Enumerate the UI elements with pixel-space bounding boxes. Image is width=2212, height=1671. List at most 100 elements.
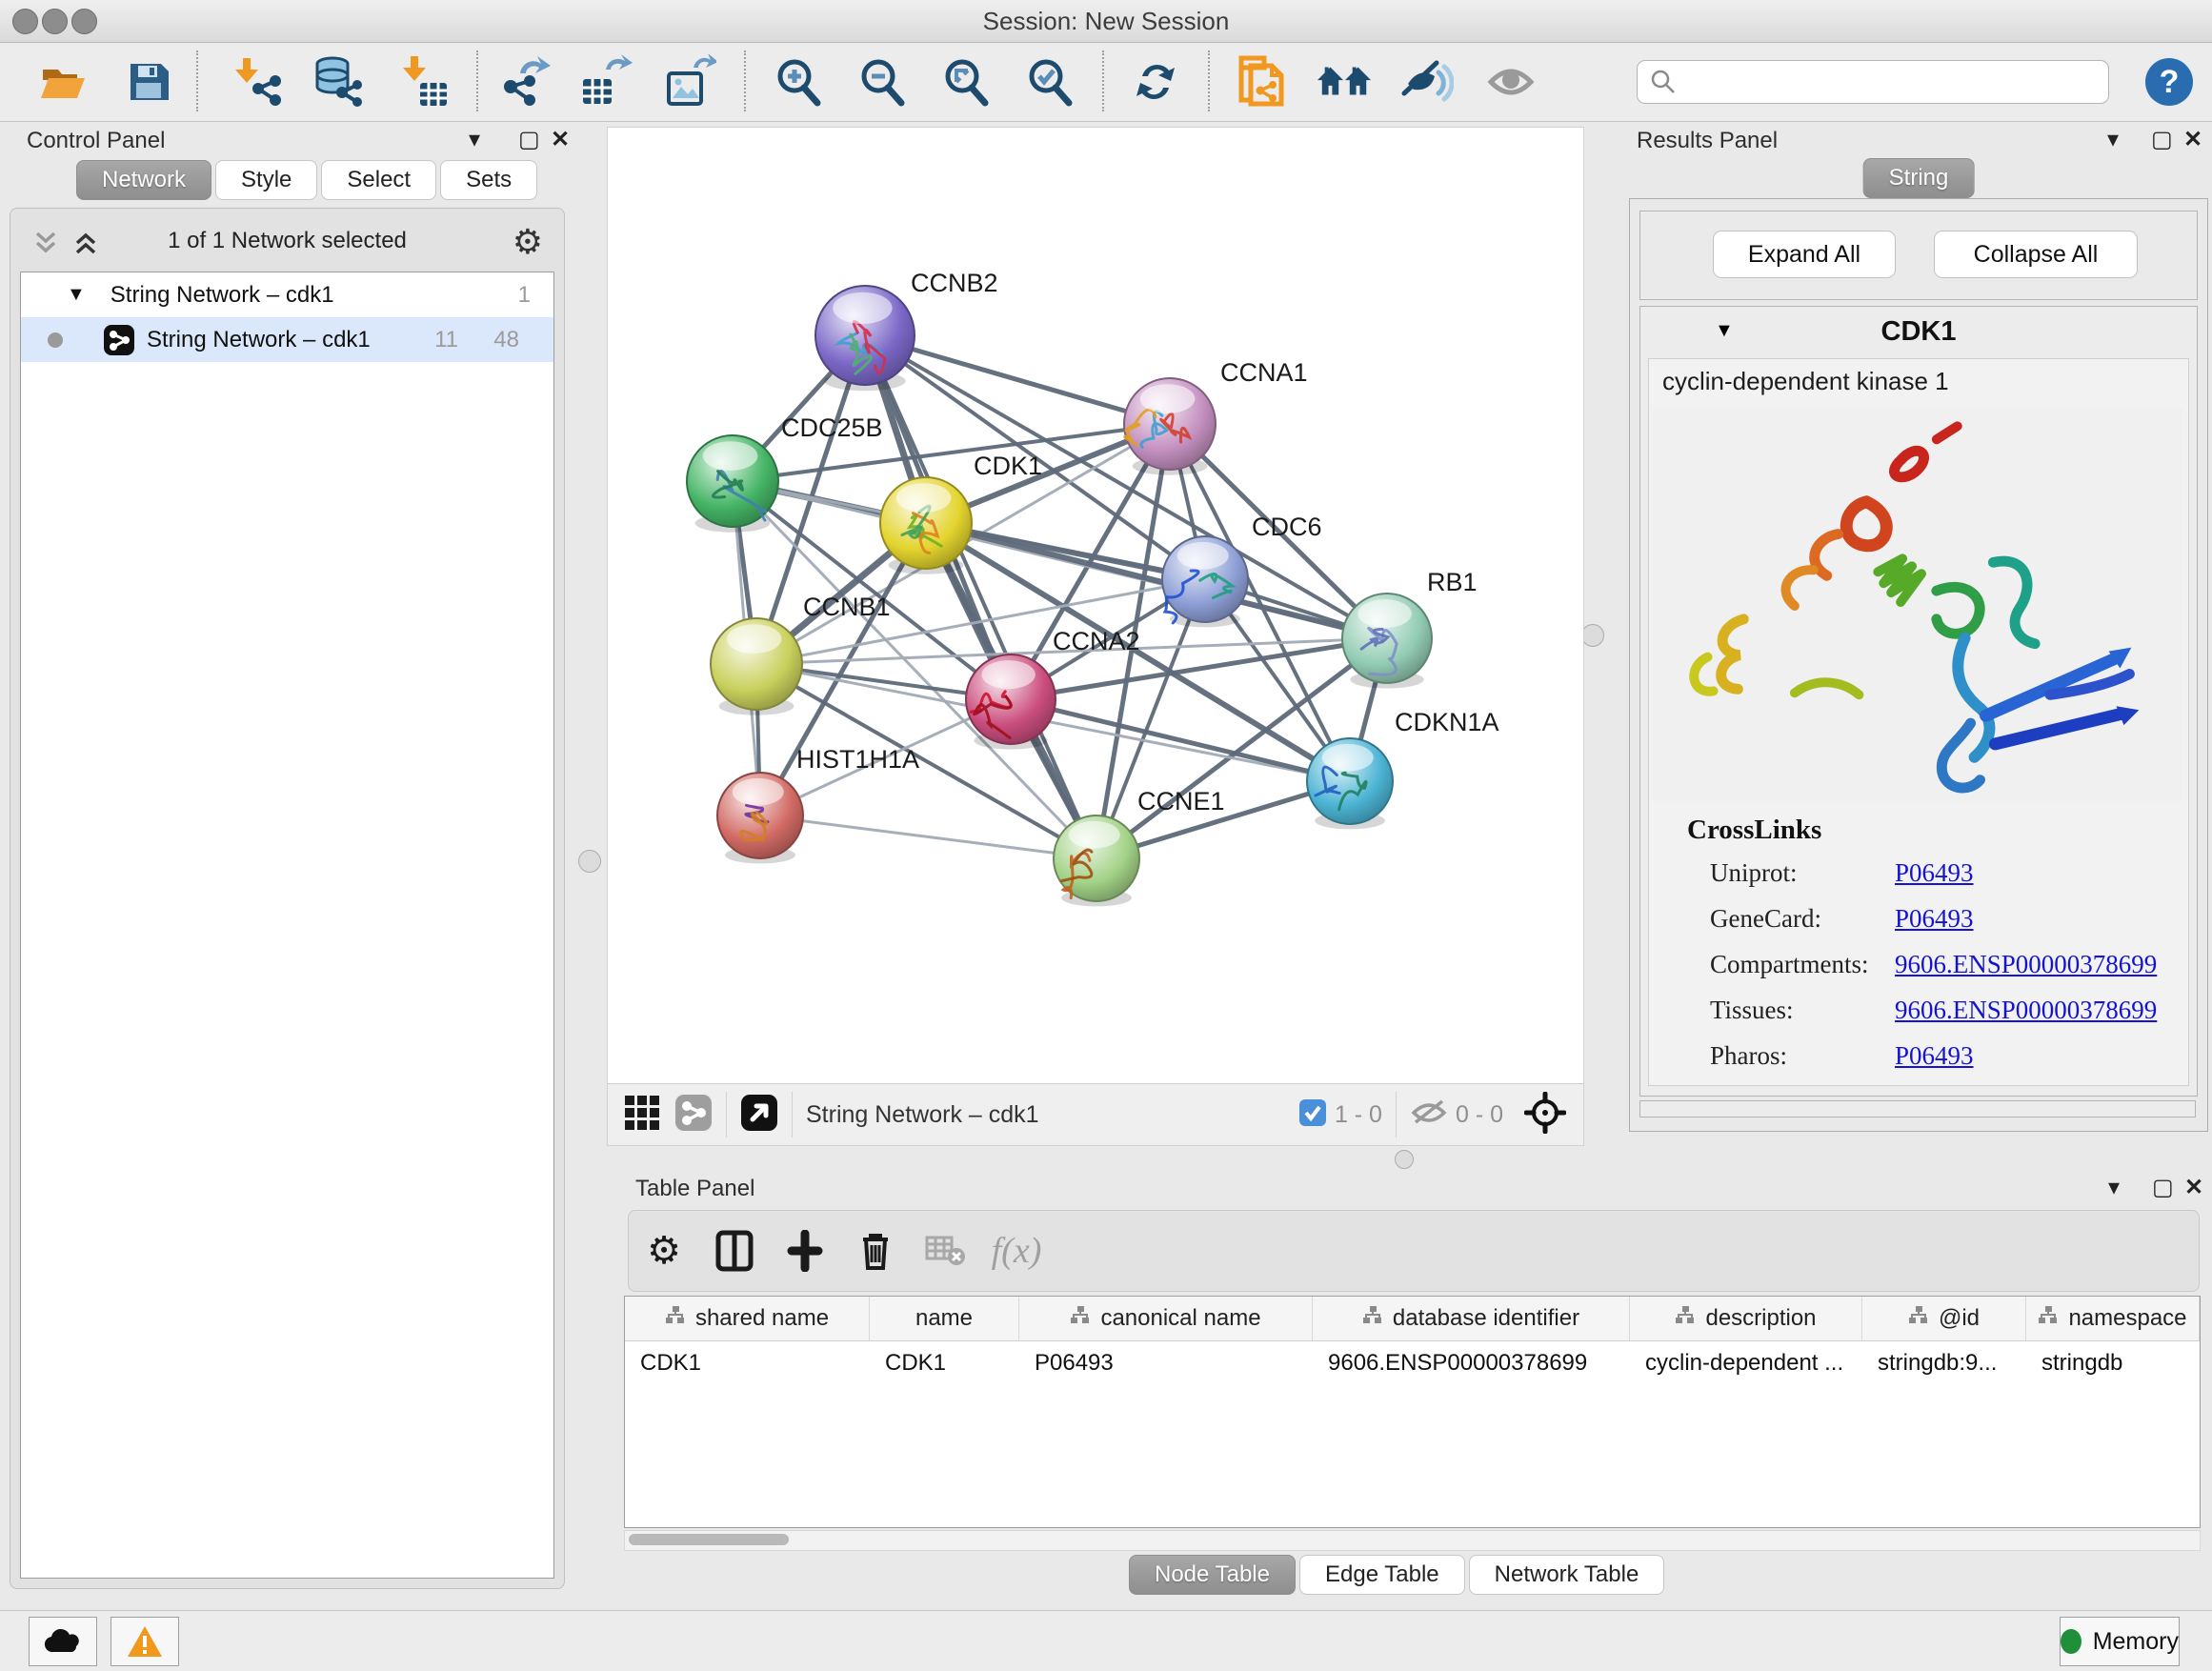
scrollbar-thumb[interactable]	[629, 1534, 789, 1545]
search-input[interactable]	[1678, 68, 2081, 96]
search-icon	[1649, 68, 1678, 96]
fit-selected-crosshair-icon[interactable]	[1524, 1092, 1566, 1138]
string-home-icon[interactable]	[1316, 53, 1373, 111]
node-HIST1H1A[interactable]: HIST1H1A	[717, 745, 919, 863]
table-cell[interactable]: stringdb:9...	[1862, 1341, 2026, 1385]
tab-network-table[interactable]: Network Table	[1469, 1555, 1665, 1595]
node-label-CDC25B: CDC25B	[781, 413, 883, 442]
panel-menu-icon[interactable]: ▾	[2107, 126, 2119, 153]
column-header-database-identifier[interactable]: database identifier	[1313, 1297, 1630, 1340]
table-options-gear-icon[interactable]: ⚙	[629, 1222, 699, 1279]
panel-float-icon[interactable]: ▢	[2152, 1174, 2174, 1201]
zoom-in-icon[interactable]	[770, 53, 827, 111]
import-network-database-icon[interactable]	[309, 53, 366, 111]
import-table-file-icon[interactable]	[396, 53, 453, 111]
panel-float-icon[interactable]: ▢	[2151, 126, 2173, 153]
table-row[interactable]: CDK1CDK1P064939606.ENSP00000378699cyclin…	[625, 1341, 2200, 1385]
node-CCNB1[interactable]: CCNB1	[711, 593, 891, 715]
string-eye-icon[interactable]	[1482, 53, 1539, 111]
create-column-icon[interactable]	[770, 1222, 840, 1279]
string-import-icon[interactable]	[1231, 53, 1288, 111]
table-cell[interactable]: 9606.ENSP00000378699	[1313, 1341, 1630, 1385]
zoom-out-icon[interactable]	[854, 53, 911, 111]
node-label-RB1: RB1	[1427, 568, 1478, 596]
tab-node-table[interactable]: Node Table	[1129, 1555, 1296, 1595]
panel-menu-icon[interactable]: ▾	[2108, 1174, 2120, 1201]
crosslink-link[interactable]: P06493	[1895, 1041, 1974, 1071]
crosslink-link[interactable]: P06493	[1895, 904, 1974, 934]
collapse-all-button[interactable]: Collapse All	[1934, 231, 2138, 278]
export-image-icon[interactable]	[660, 53, 717, 111]
panel-close-icon[interactable]: ✕	[551, 126, 570, 153]
apply-layout-icon[interactable]	[1127, 53, 1184, 111]
column-header-name[interactable]: name	[870, 1297, 1019, 1340]
network-collection-row[interactable]: ▼ String Network – cdk1 1	[21, 272, 553, 317]
table-cell[interactable]: CDK1	[870, 1341, 1019, 1385]
table-cell[interactable]: P06493	[1019, 1341, 1313, 1385]
panel-float-icon[interactable]: ▢	[518, 126, 540, 153]
column-header-description[interactable]: description	[1630, 1297, 1862, 1340]
show-columns-icon[interactable]	[699, 1222, 770, 1279]
network-row-label: String Network – cdk1	[147, 327, 371, 353]
grid-view-icon[interactable]	[623, 1094, 661, 1137]
tab-string[interactable]: String	[1863, 158, 1975, 198]
table-cell[interactable]: CDK1	[625, 1341, 870, 1385]
results-panel-title: Results Panel	[1637, 128, 1778, 154]
panel-menu-icon[interactable]: ▾	[469, 126, 480, 153]
tab-style[interactable]: Style	[215, 160, 317, 200]
footer-separator	[1396, 1092, 1397, 1137]
network-row[interactable]: String Network – cdk1 11 48	[21, 317, 553, 362]
toolbar-separator	[1208, 50, 1210, 111]
bottom-splitter-grip[interactable]	[1395, 1150, 1414, 1169]
left-splitter-grip[interactable]	[578, 850, 601, 873]
node-table-body: CDK1CDK1P064939606.ENSP00000378699cyclin…	[625, 1341, 2200, 1385]
delete-column-icon[interactable]	[840, 1222, 911, 1279]
node-RB1[interactable]: RB1	[1342, 568, 1478, 689]
node-CCNA1[interactable]: CCNA1	[1124, 358, 1308, 475]
right-splitter-grip[interactable]	[1581, 624, 1604, 647]
cloud-button[interactable]	[29, 1617, 97, 1666]
hidden-count-eye-icon[interactable]	[1410, 1097, 1448, 1133]
collection-expander-icon[interactable]: ▼	[67, 284, 86, 306]
tab-network[interactable]: Network	[76, 160, 211, 200]
tab-edge-table[interactable]: Edge Table	[1299, 1555, 1465, 1595]
crosslink-label: GeneCard:	[1710, 904, 1821, 934]
delete-table-icon[interactable]	[911, 1222, 981, 1279]
import-network-file-icon[interactable]	[229, 53, 286, 111]
save-session-icon[interactable]	[120, 53, 177, 111]
birdseye-toggle-icon[interactable]	[740, 1094, 778, 1137]
selected-count-checkbox-icon[interactable]	[1298, 1098, 1327, 1132]
export-table-icon[interactable]	[576, 53, 633, 111]
tab-select[interactable]: Select	[321, 160, 436, 200]
network-canvas[interactable]: CCNB2CCNA1CDC25BCDK1CDC6RB1CCNB1CCNA2CDK…	[608, 128, 1583, 1084]
column-header-@id[interactable]: @id	[1862, 1297, 2026, 1340]
column-header-namespace[interactable]: namespace	[2026, 1297, 2200, 1340]
expand-all-button[interactable]: Expand All	[1713, 231, 1896, 278]
table-cell[interactable]: cyclin-dependent ...	[1630, 1341, 1862, 1385]
zoom-fit-icon[interactable]	[937, 53, 995, 111]
crosslink-link[interactable]: 9606.ENSP00000378699	[1895, 950, 2157, 979]
column-header-canonical-name[interactable]: canonical name	[1019, 1297, 1313, 1340]
help-button[interactable]: ?	[2145, 58, 2193, 106]
crosslink-link[interactable]: P06493	[1895, 858, 1974, 888]
table-cell[interactable]: stringdb	[2026, 1341, 2200, 1385]
panel-close-icon[interactable]: ✕	[2183, 126, 2202, 153]
network-share-icon[interactable]	[674, 1094, 713, 1137]
tab-sets[interactable]: Sets	[440, 160, 537, 200]
panel-close-icon[interactable]: ✕	[2184, 1174, 2203, 1201]
string-hide-glass-icon[interactable]	[1398, 53, 1455, 111]
network-options-gear-icon[interactable]: ⚙	[513, 222, 543, 262]
node-CCNA2[interactable]: CCNA2	[966, 627, 1140, 750]
zoom-selected-icon[interactable]	[1021, 53, 1078, 111]
node-details-header[interactable]: ▼ CDK1	[1640, 307, 2197, 356]
node-CCNB2[interactable]: CCNB2	[815, 269, 998, 391]
function-builder-icon[interactable]: f(x)	[981, 1222, 1052, 1279]
export-network-icon[interactable]	[496, 53, 553, 111]
node-CDKN1A[interactable]: CDKN1A	[1307, 708, 1499, 829]
warning-button[interactable]	[111, 1617, 179, 1666]
crosslink-link[interactable]: 9606.ENSP00000378699	[1895, 996, 2157, 1025]
memory-button[interactable]: Memory	[2060, 1617, 2180, 1666]
open-session-icon[interactable]	[34, 53, 91, 111]
table-horizontal-scrollbar[interactable]	[624, 1530, 2201, 1551]
column-header-shared-name[interactable]: shared name	[625, 1297, 870, 1340]
